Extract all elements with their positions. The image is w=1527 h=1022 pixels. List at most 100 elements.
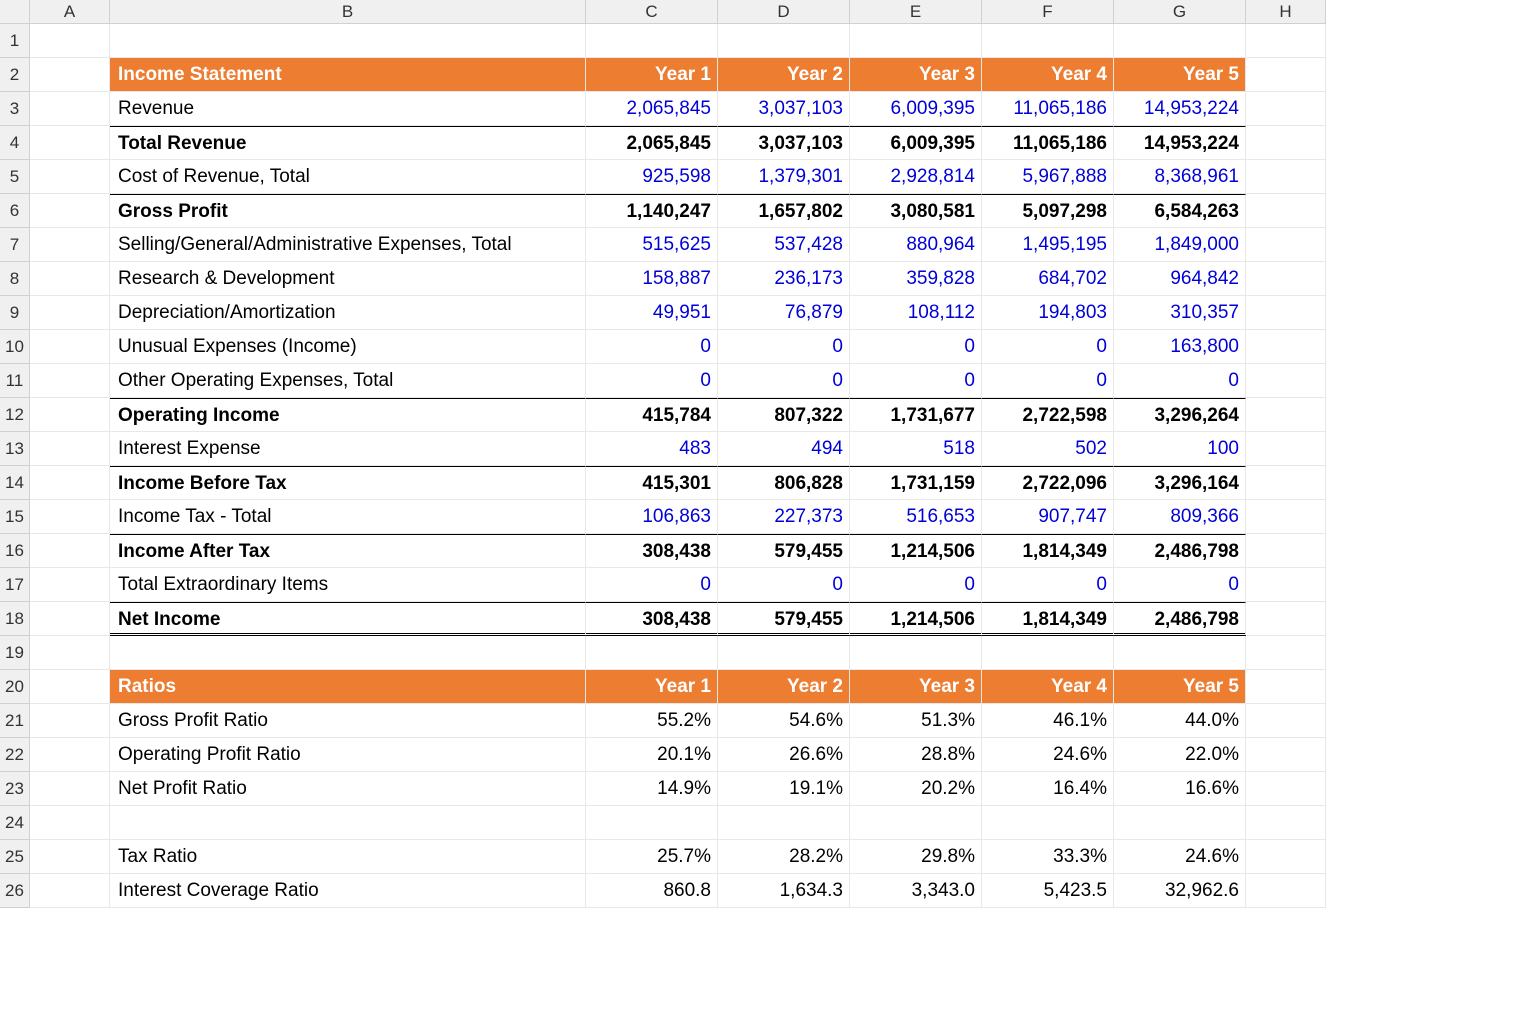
cell-value[interactable]: 308,438 [586, 602, 718, 636]
cell-value[interactable]: 49,951 [586, 296, 718, 330]
cell[interactable] [30, 568, 110, 602]
income-year-4[interactable]: Year 4 [982, 58, 1114, 92]
cell-value[interactable]: 310,357 [1114, 296, 1246, 330]
cell-value[interactable]: 16.4% [982, 772, 1114, 806]
income-year-5[interactable]: Year 5 [1114, 58, 1246, 92]
cell[interactable] [1246, 670, 1326, 704]
cell-value[interactable]: 0 [982, 364, 1114, 398]
cell[interactable] [1246, 58, 1326, 92]
cell-value[interactable]: 2,928,814 [850, 160, 982, 194]
cell-value[interactable]: 537,428 [718, 228, 850, 262]
ratios-year-4[interactable]: Year 4 [982, 670, 1114, 704]
cell-value[interactable]: 0 [718, 330, 850, 364]
cell-value[interactable]: 3,037,103 [718, 126, 850, 160]
cell-value[interactable]: 19.1% [718, 772, 850, 806]
row-label[interactable]: Gross Profit [110, 194, 586, 228]
row-label[interactable]: Selling/General/Administrative Expenses,… [110, 228, 586, 262]
cell-value[interactable]: 8,368,961 [1114, 160, 1246, 194]
cell-value[interactable]: 2,486,798 [1114, 534, 1246, 568]
cell[interactable] [1246, 330, 1326, 364]
row-label[interactable]: Total Extraordinary Items [110, 568, 586, 602]
row-label[interactable]: Other Operating Expenses, Total [110, 364, 586, 398]
row-header-23[interactable]: 23 [0, 772, 30, 806]
cell-value[interactable]: 108,112 [850, 296, 982, 330]
cell[interactable] [30, 602, 110, 636]
row-label[interactable]: Operating Income [110, 398, 586, 432]
cell-value[interactable]: 22.0% [1114, 738, 1246, 772]
ratios-year-3[interactable]: Year 3 [850, 670, 982, 704]
cell-value[interactable]: 33.3% [982, 840, 1114, 874]
row-header-20[interactable]: 20 [0, 670, 30, 704]
cell-value[interactable]: 359,828 [850, 262, 982, 296]
cell-value[interactable]: 158,887 [586, 262, 718, 296]
cell-value[interactable]: 1,731,677 [850, 398, 982, 432]
cell-value[interactable]: 0 [586, 568, 718, 602]
cell[interactable] [1246, 806, 1326, 840]
cell[interactable] [30, 58, 110, 92]
cell[interactable] [110, 636, 586, 670]
cell[interactable] [1246, 466, 1326, 500]
income-title[interactable]: Income Statement [110, 58, 586, 92]
cell-value[interactable]: 14,953,224 [1114, 92, 1246, 126]
cell-value[interactable]: 14.9% [586, 772, 718, 806]
col-header-A[interactable]: A [30, 0, 110, 24]
cell[interactable] [850, 24, 982, 58]
cell[interactable] [718, 24, 850, 58]
cell[interactable] [1246, 704, 1326, 738]
cell[interactable] [586, 806, 718, 840]
row-header-4[interactable]: 4 [0, 126, 30, 160]
cell[interactable] [586, 24, 718, 58]
cell-value[interactable]: 1,214,506 [850, 602, 982, 636]
cell-value[interactable]: 502 [982, 432, 1114, 466]
cell-value[interactable]: 0 [1114, 364, 1246, 398]
cell[interactable] [30, 296, 110, 330]
cell-value[interactable]: 964,842 [1114, 262, 1246, 296]
row-header-6[interactable]: 6 [0, 194, 30, 228]
cell-value[interactable]: 1,657,802 [718, 194, 850, 228]
cell-value[interactable]: 2,722,598 [982, 398, 1114, 432]
cell-value[interactable]: 1,849,000 [1114, 228, 1246, 262]
cell-value[interactable]: 25.7% [586, 840, 718, 874]
cell[interactable] [850, 636, 982, 670]
cell-value[interactable]: 6,584,263 [1114, 194, 1246, 228]
cell-value[interactable]: 194,803 [982, 296, 1114, 330]
row-label[interactable]: Revenue [110, 92, 586, 126]
cell[interactable] [1246, 296, 1326, 330]
col-header-E[interactable]: E [850, 0, 982, 24]
cell-value[interactable]: 227,373 [718, 500, 850, 534]
cell-value[interactable]: 2,065,845 [586, 92, 718, 126]
cell[interactable] [1246, 364, 1326, 398]
cell-value[interactable]: 76,879 [718, 296, 850, 330]
cell[interactable] [30, 500, 110, 534]
cell-value[interactable]: 100 [1114, 432, 1246, 466]
row-header-9[interactable]: 9 [0, 296, 30, 330]
row-label[interactable]: Gross Profit Ratio [110, 704, 586, 738]
cell-value[interactable]: 3,296,164 [1114, 466, 1246, 500]
cell[interactable] [30, 670, 110, 704]
ratios-year-2[interactable]: Year 2 [718, 670, 850, 704]
cell[interactable] [1246, 194, 1326, 228]
cell[interactable] [30, 466, 110, 500]
cell-value[interactable]: 907,747 [982, 500, 1114, 534]
cell-value[interactable]: 106,863 [586, 500, 718, 534]
col-header-H[interactable]: H [1246, 0, 1326, 24]
cell-value[interactable]: 163,800 [1114, 330, 1246, 364]
cell-value[interactable]: 11,065,186 [982, 126, 1114, 160]
cell-value[interactable]: 0 [982, 568, 1114, 602]
cell[interactable] [30, 24, 110, 58]
row-label[interactable]: Depreciation/Amortization [110, 296, 586, 330]
cell-value[interactable]: 54.6% [718, 704, 850, 738]
row-header-3[interactable]: 3 [0, 92, 30, 126]
income-year-1[interactable]: Year 1 [586, 58, 718, 92]
cell-value[interactable]: 1,634.3 [718, 874, 850, 908]
cell-value[interactable]: 516,653 [850, 500, 982, 534]
cell-value[interactable]: 44.0% [1114, 704, 1246, 738]
cell[interactable] [982, 636, 1114, 670]
cell-value[interactable]: 1,814,349 [982, 534, 1114, 568]
cell-value[interactable]: 809,366 [1114, 500, 1246, 534]
row-label[interactable]: Income Tax - Total [110, 500, 586, 534]
cell[interactable] [30, 228, 110, 262]
row-label[interactable]: Interest Coverage Ratio [110, 874, 586, 908]
row-header-26[interactable]: 26 [0, 874, 30, 908]
cell-value[interactable]: 684,702 [982, 262, 1114, 296]
